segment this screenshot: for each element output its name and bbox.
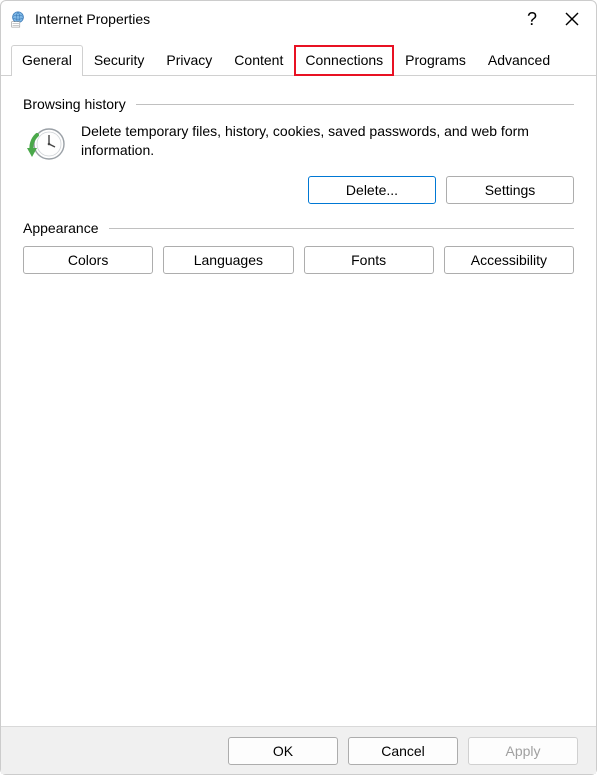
- apply-button: Apply: [468, 737, 578, 765]
- tab-advanced[interactable]: Advanced: [477, 45, 561, 76]
- tab-security[interactable]: Security: [83, 45, 156, 76]
- fonts-button[interactable]: Fonts: [304, 246, 434, 274]
- tab-programs[interactable]: Programs: [394, 45, 477, 76]
- appearance-label: Appearance: [23, 220, 99, 236]
- history-clock-icon: [23, 124, 67, 168]
- delete-button[interactable]: Delete...: [308, 176, 436, 204]
- appearance-buttons: Colors Languages Fonts Accessibility: [23, 246, 574, 274]
- tab-privacy[interactable]: Privacy: [155, 45, 223, 76]
- browsing-history-description: Delete temporary files, history, cookies…: [81, 122, 574, 160]
- accessibility-button[interactable]: Accessibility: [444, 246, 574, 274]
- help-button[interactable]: ?: [512, 4, 552, 34]
- appearance-group-label: Appearance: [23, 220, 574, 236]
- titlebar: Internet Properties ?: [1, 1, 596, 37]
- divider: [136, 104, 574, 105]
- tab-strip: General Security Privacy Content Connect…: [1, 45, 596, 76]
- browsing-history-row: Delete temporary files, history, cookies…: [23, 122, 574, 168]
- internet-options-icon: [9, 10, 27, 28]
- browsing-history-buttons: Delete... Settings: [23, 176, 574, 204]
- colors-button[interactable]: Colors: [23, 246, 153, 274]
- cancel-button[interactable]: Cancel: [348, 737, 458, 765]
- tab-general[interactable]: General: [11, 45, 83, 76]
- browsing-history-label: Browsing history: [23, 96, 126, 112]
- window-title: Internet Properties: [35, 11, 512, 27]
- divider: [109, 228, 574, 229]
- general-panel: Browsing history Delete temporary files,…: [1, 76, 596, 284]
- languages-button[interactable]: Languages: [163, 246, 293, 274]
- close-button[interactable]: [552, 4, 592, 34]
- tab-connections[interactable]: Connections: [294, 45, 394, 76]
- tab-content[interactable]: Content: [223, 45, 294, 76]
- dialog-footer: OK Cancel Apply: [1, 726, 596, 774]
- settings-button[interactable]: Settings: [446, 176, 574, 204]
- browsing-history-group-label: Browsing history: [23, 96, 574, 112]
- ok-button[interactable]: OK: [228, 737, 338, 765]
